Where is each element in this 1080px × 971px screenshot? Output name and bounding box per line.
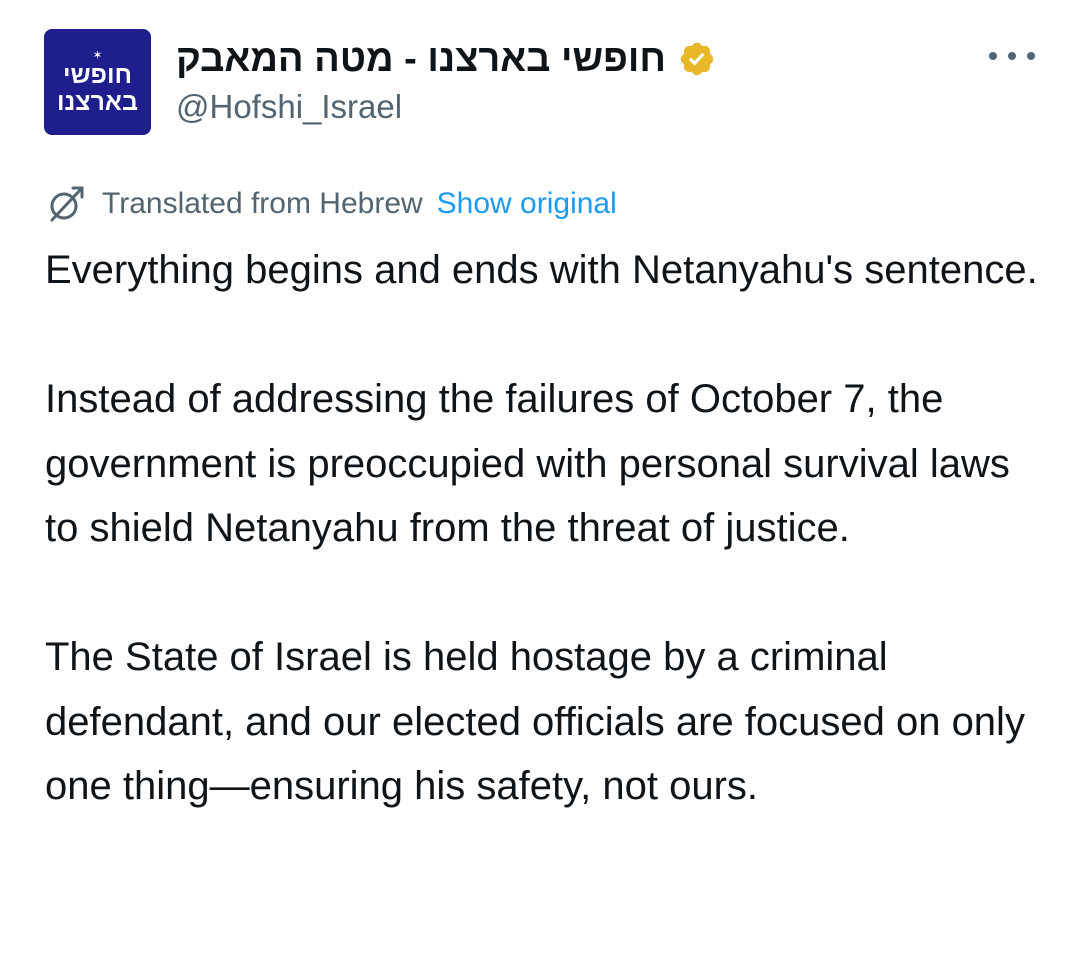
- tweet: ✶ חופשי בארצנו חופשי בארצנו - מטה המאבק …: [0, 0, 1080, 971]
- more-dot-icon: [1008, 52, 1016, 60]
- show-original-link[interactable]: Show original: [437, 187, 617, 221]
- avatar-text-line2: בארצנו: [56, 88, 138, 116]
- tweet-paragraph: Instead of addressing the failures of Oc…: [45, 377, 1010, 550]
- verified-badge-icon: [680, 42, 714, 76]
- tweet-text: Everything begins and ends with Netanyah…: [45, 238, 1045, 883]
- tweet-paragraph: The State of Israel is held hostage by a…: [45, 635, 1025, 808]
- author-handle[interactable]: @Hofshi_Israel: [176, 88, 402, 126]
- author-name-row[interactable]: חופשי בארצנו - מטה המאבק: [176, 33, 716, 85]
- tweet-paragraph: Everything begins and ends with Netanyah…: [45, 248, 1038, 292]
- more-dot-icon: [989, 52, 997, 60]
- avatar-text-line1: חופשי: [62, 61, 133, 89]
- avatar-star: ✶: [92, 48, 103, 62]
- author-display-name[interactable]: חופשי בארצנו - מטה המאבק: [176, 38, 666, 81]
- more-dot-icon: [1027, 52, 1035, 60]
- more-options-button[interactable]: [989, 45, 1035, 67]
- avatar[interactable]: ✶ חופשי בארצנו: [44, 29, 151, 135]
- translated-from-label: Translated from Hebrew: [102, 187, 423, 220]
- translation-notice: Translated from Hebrew Show original: [46, 182, 617, 226]
- translate-icon: [50, 186, 84, 222]
